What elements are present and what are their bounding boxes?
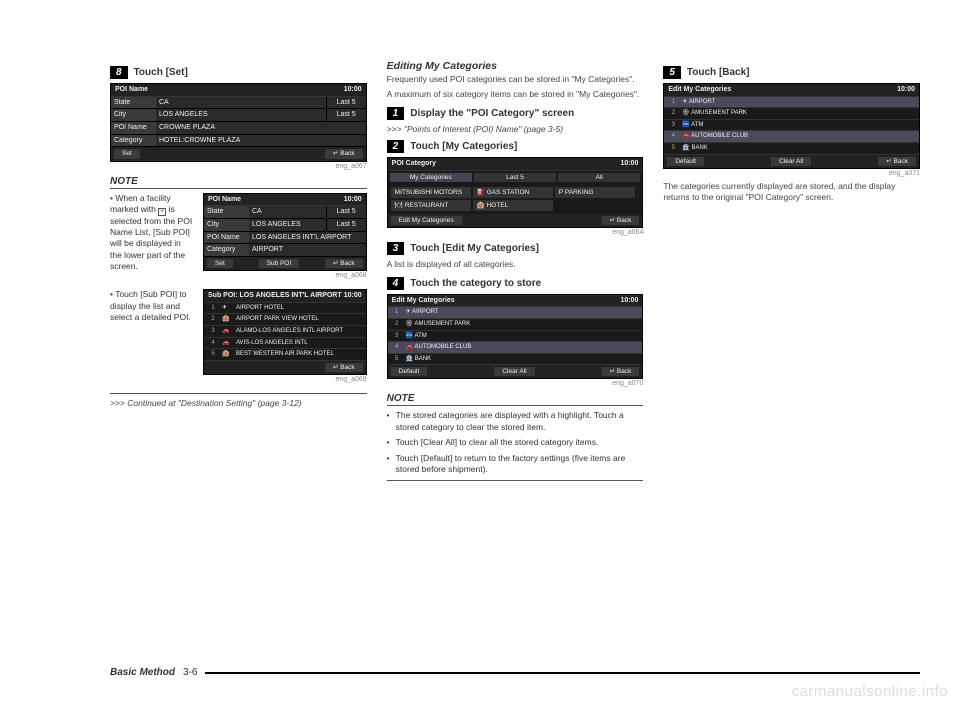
step-5: 5 Touch [Back] bbox=[663, 66, 920, 79]
note-rule bbox=[110, 188, 367, 189]
screenshot-touch-back: Edit My Categories10:00 1✈ AIRPORT 2🎡 AM… bbox=[663, 83, 920, 169]
step-8: 8 Touch [Set] bbox=[110, 66, 367, 79]
paragraph: Frequently used POI categories can be st… bbox=[387, 74, 644, 85]
column-2: Editing My Categories Frequently used PO… bbox=[387, 60, 644, 485]
screenshot-poi-category: POI Category10:00 My Categories Last 5 A… bbox=[387, 157, 644, 228]
screenshot-poi-name-set: POI Name10:00 StateCALast 5 CityLOS ANGE… bbox=[110, 83, 367, 162]
step-2: 2 Touch [My Categories] bbox=[387, 140, 644, 153]
caption: eng_a071 bbox=[663, 170, 920, 177]
step-1: 1 Display the "POI Category" screen bbox=[387, 107, 644, 120]
screenshot-subpoi-list: Sub POI: LOS ANGELES INT'L AIRPORT10:00 … bbox=[203, 289, 367, 375]
caption: eng_a070 bbox=[387, 380, 644, 387]
page-footer: Basic Method 3-6 bbox=[110, 667, 920, 678]
footer-page: 3-6 bbox=[183, 667, 197, 678]
reference: >>> "Points of Interest (POI) Name" (pag… bbox=[387, 124, 644, 134]
paragraph: The categories currently displayed are s… bbox=[663, 181, 920, 204]
column-1: 8 Touch [Set] POI Name10:00 StateCALast … bbox=[110, 60, 367, 485]
paragraph: A list is displayed of all categories. bbox=[387, 259, 644, 270]
footer-rule bbox=[205, 672, 920, 674]
step-text: Touch [Set] bbox=[134, 67, 188, 78]
screenshot-edit-categories: Edit My Categories10:00 1✈ AIRPORT 2🎡 AM… bbox=[387, 294, 644, 380]
note-bullet: •The stored categories are displayed wit… bbox=[387, 410, 644, 433]
column-3: 5 Touch [Back] Edit My Categories10:00 1… bbox=[663, 60, 920, 485]
caption: eng_a069 bbox=[203, 376, 367, 383]
step-4: 4 Touch the category to store bbox=[387, 277, 644, 290]
note-item-2: • Touch [Sub POI] to display the list an… bbox=[110, 289, 367, 387]
caption: eng_a068 bbox=[203, 272, 367, 279]
note-heading: NOTE bbox=[110, 176, 367, 187]
note-bullet: •Touch [Clear All] to clear all the stor… bbox=[387, 437, 644, 448]
footer-section: Basic Method bbox=[110, 667, 175, 678]
continued-reference: >>> Continued at "Destination Setting" (… bbox=[110, 398, 367, 408]
note-bullet: •Touch [Default] to return to the factor… bbox=[387, 453, 644, 476]
watermark: carmanualsonline.info bbox=[792, 683, 948, 700]
screenshot-subpoi-button: POI Name10:00 StateCALast 5 CityLOS ANGE… bbox=[203, 193, 367, 272]
editing-heading: Editing My Categories bbox=[387, 60, 644, 72]
caption: eng_a067 bbox=[110, 163, 367, 170]
step-number: 8 bbox=[110, 66, 128, 79]
paragraph: A maximum of six category items can be s… bbox=[387, 89, 644, 100]
step-3: 3 Touch [Edit My Categories] bbox=[387, 242, 644, 255]
shot-title: POI Name bbox=[115, 86, 148, 94]
note-item-1: • When a facility marked with + is selec… bbox=[110, 193, 367, 284]
caption: eng_a064 bbox=[387, 229, 644, 236]
note-heading: NOTE bbox=[387, 393, 644, 404]
note-rule bbox=[110, 393, 367, 394]
plus-icon: + bbox=[158, 208, 166, 216]
shot-time: 10:00 bbox=[344, 86, 362, 94]
